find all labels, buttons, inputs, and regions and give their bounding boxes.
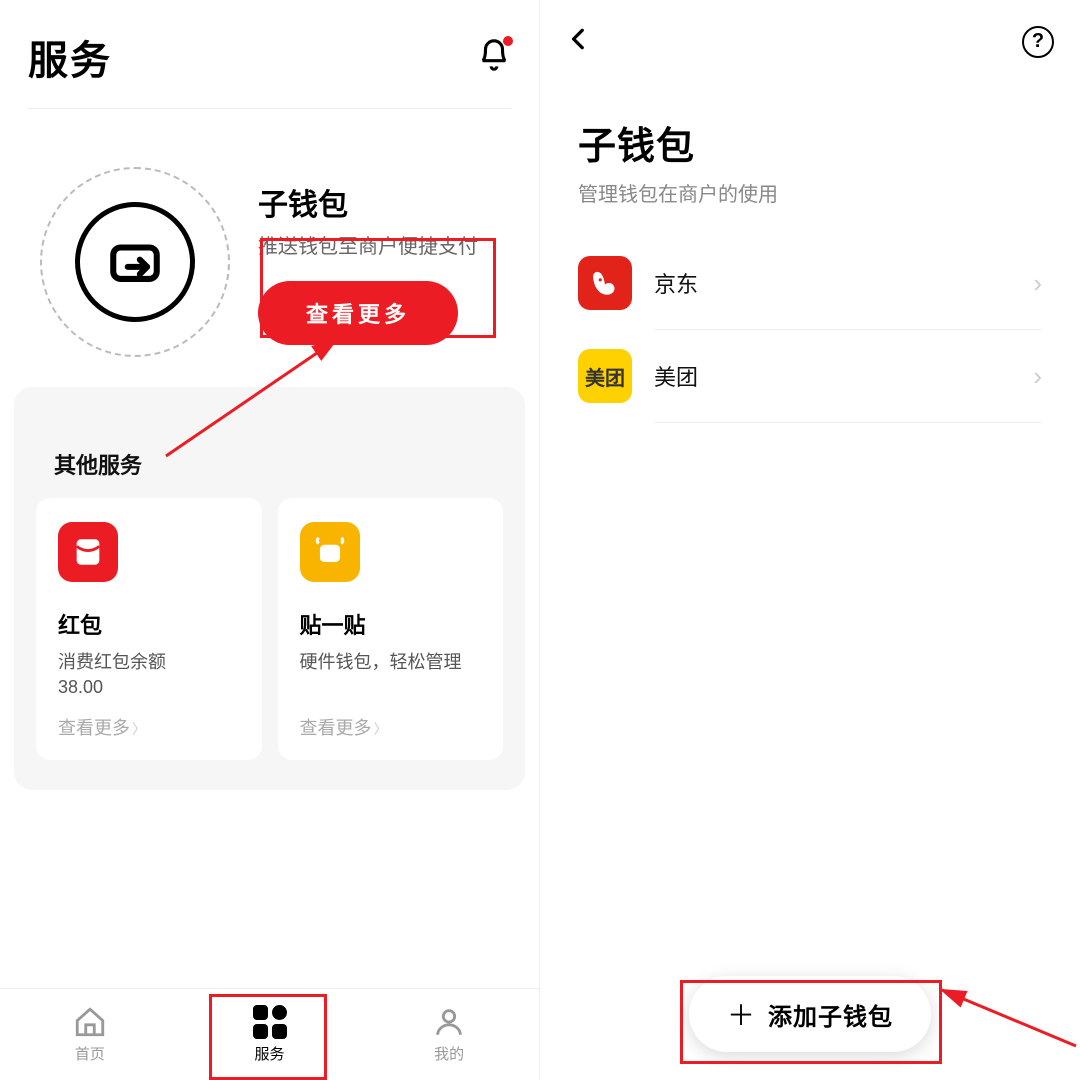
wallet-icon [106, 233, 164, 291]
service-card-tieyitie[interactable]: 贴一贴 硬件钱包，轻松管理 查看更多〉 [278, 498, 504, 760]
merchant-name: 京东 [654, 267, 1011, 299]
back-button[interactable] [566, 22, 592, 61]
chevron-right-icon: › [1033, 361, 1042, 392]
card-title: 贴一贴 [300, 608, 482, 640]
help-button[interactable]: ? [1022, 26, 1054, 58]
section-title: 其他服务 [14, 388, 525, 498]
nfc-icon [300, 522, 360, 582]
merchant-list: 京东 › 美团 美团 › [540, 237, 1080, 423]
meituan-icon: 美团 [578, 349, 632, 403]
add-sub-wallet-button[interactable]: ＋ 添加子钱包 [689, 976, 931, 1052]
page-title: 服务 [28, 28, 112, 86]
profile-icon [432, 1005, 466, 1039]
sub-wallet-subtitle: 推送钱包至商户便捷支付 [258, 230, 511, 259]
tab-mine[interactable]: 我的 [359, 989, 539, 1080]
merchant-item-meituan[interactable]: 美团 美团 › [578, 330, 1042, 422]
sub-wallet-block: 子钱包 推送钱包至商户便捷支付 查看更多 [0, 109, 539, 387]
services-screen: 服务 子钱包 推送钱包至商户便捷支付 查看更多 [0, 0, 540, 1080]
card-desc: 消费红包余额 38.00 [58, 650, 240, 702]
other-services-section: 其他服务 红包 消费红包余额 38.00 查看更多〉 贴一贴 [14, 387, 525, 790]
sub-wallet-header: ? [540, 0, 1080, 83]
tab-services[interactable]: 服务 [180, 989, 360, 1080]
page-subtitle: 管理钱包在商户的使用 [540, 178, 1080, 237]
services-icon [253, 1005, 287, 1039]
notification-dot [503, 36, 513, 46]
notifications-button[interactable] [477, 38, 511, 77]
view-more-button[interactable]: 查看更多 [258, 281, 458, 345]
tab-home[interactable]: 首页 [0, 989, 180, 1080]
page-title: 子钱包 [540, 83, 1080, 178]
merchant-item-jd[interactable]: 京东 › [578, 237, 1042, 329]
card-more-link[interactable]: 查看更多〉 [58, 714, 240, 740]
chevron-right-icon: › [1033, 268, 1042, 299]
wallet-circle [40, 167, 230, 357]
hongbao-icon [58, 522, 118, 582]
service-card-hongbao[interactable]: 红包 消费红包余额 38.00 查看更多〉 [36, 498, 262, 760]
card-desc: 硬件钱包，轻松管理 [300, 650, 482, 702]
services-header: 服务 [0, 0, 539, 108]
chevron-left-icon [566, 26, 592, 52]
card-title: 红包 [58, 608, 240, 640]
plus-icon: ＋ [727, 994, 756, 1034]
tab-bar: 首页 服务 我的 [0, 988, 539, 1080]
jd-icon [578, 256, 632, 310]
card-more-link[interactable]: 查看更多〉 [300, 714, 482, 740]
sub-wallet-title: 子钱包 [258, 180, 511, 224]
annotation-arrow [930, 960, 1080, 1050]
home-icon [73, 1005, 107, 1039]
merchant-name: 美团 [654, 360, 1011, 392]
sub-wallet-screen: ? 子钱包 管理钱包在商户的使用 京东 › 美团 美团 › ＋ 添加子钱包 [540, 0, 1080, 1080]
divider [654, 422, 1042, 423]
